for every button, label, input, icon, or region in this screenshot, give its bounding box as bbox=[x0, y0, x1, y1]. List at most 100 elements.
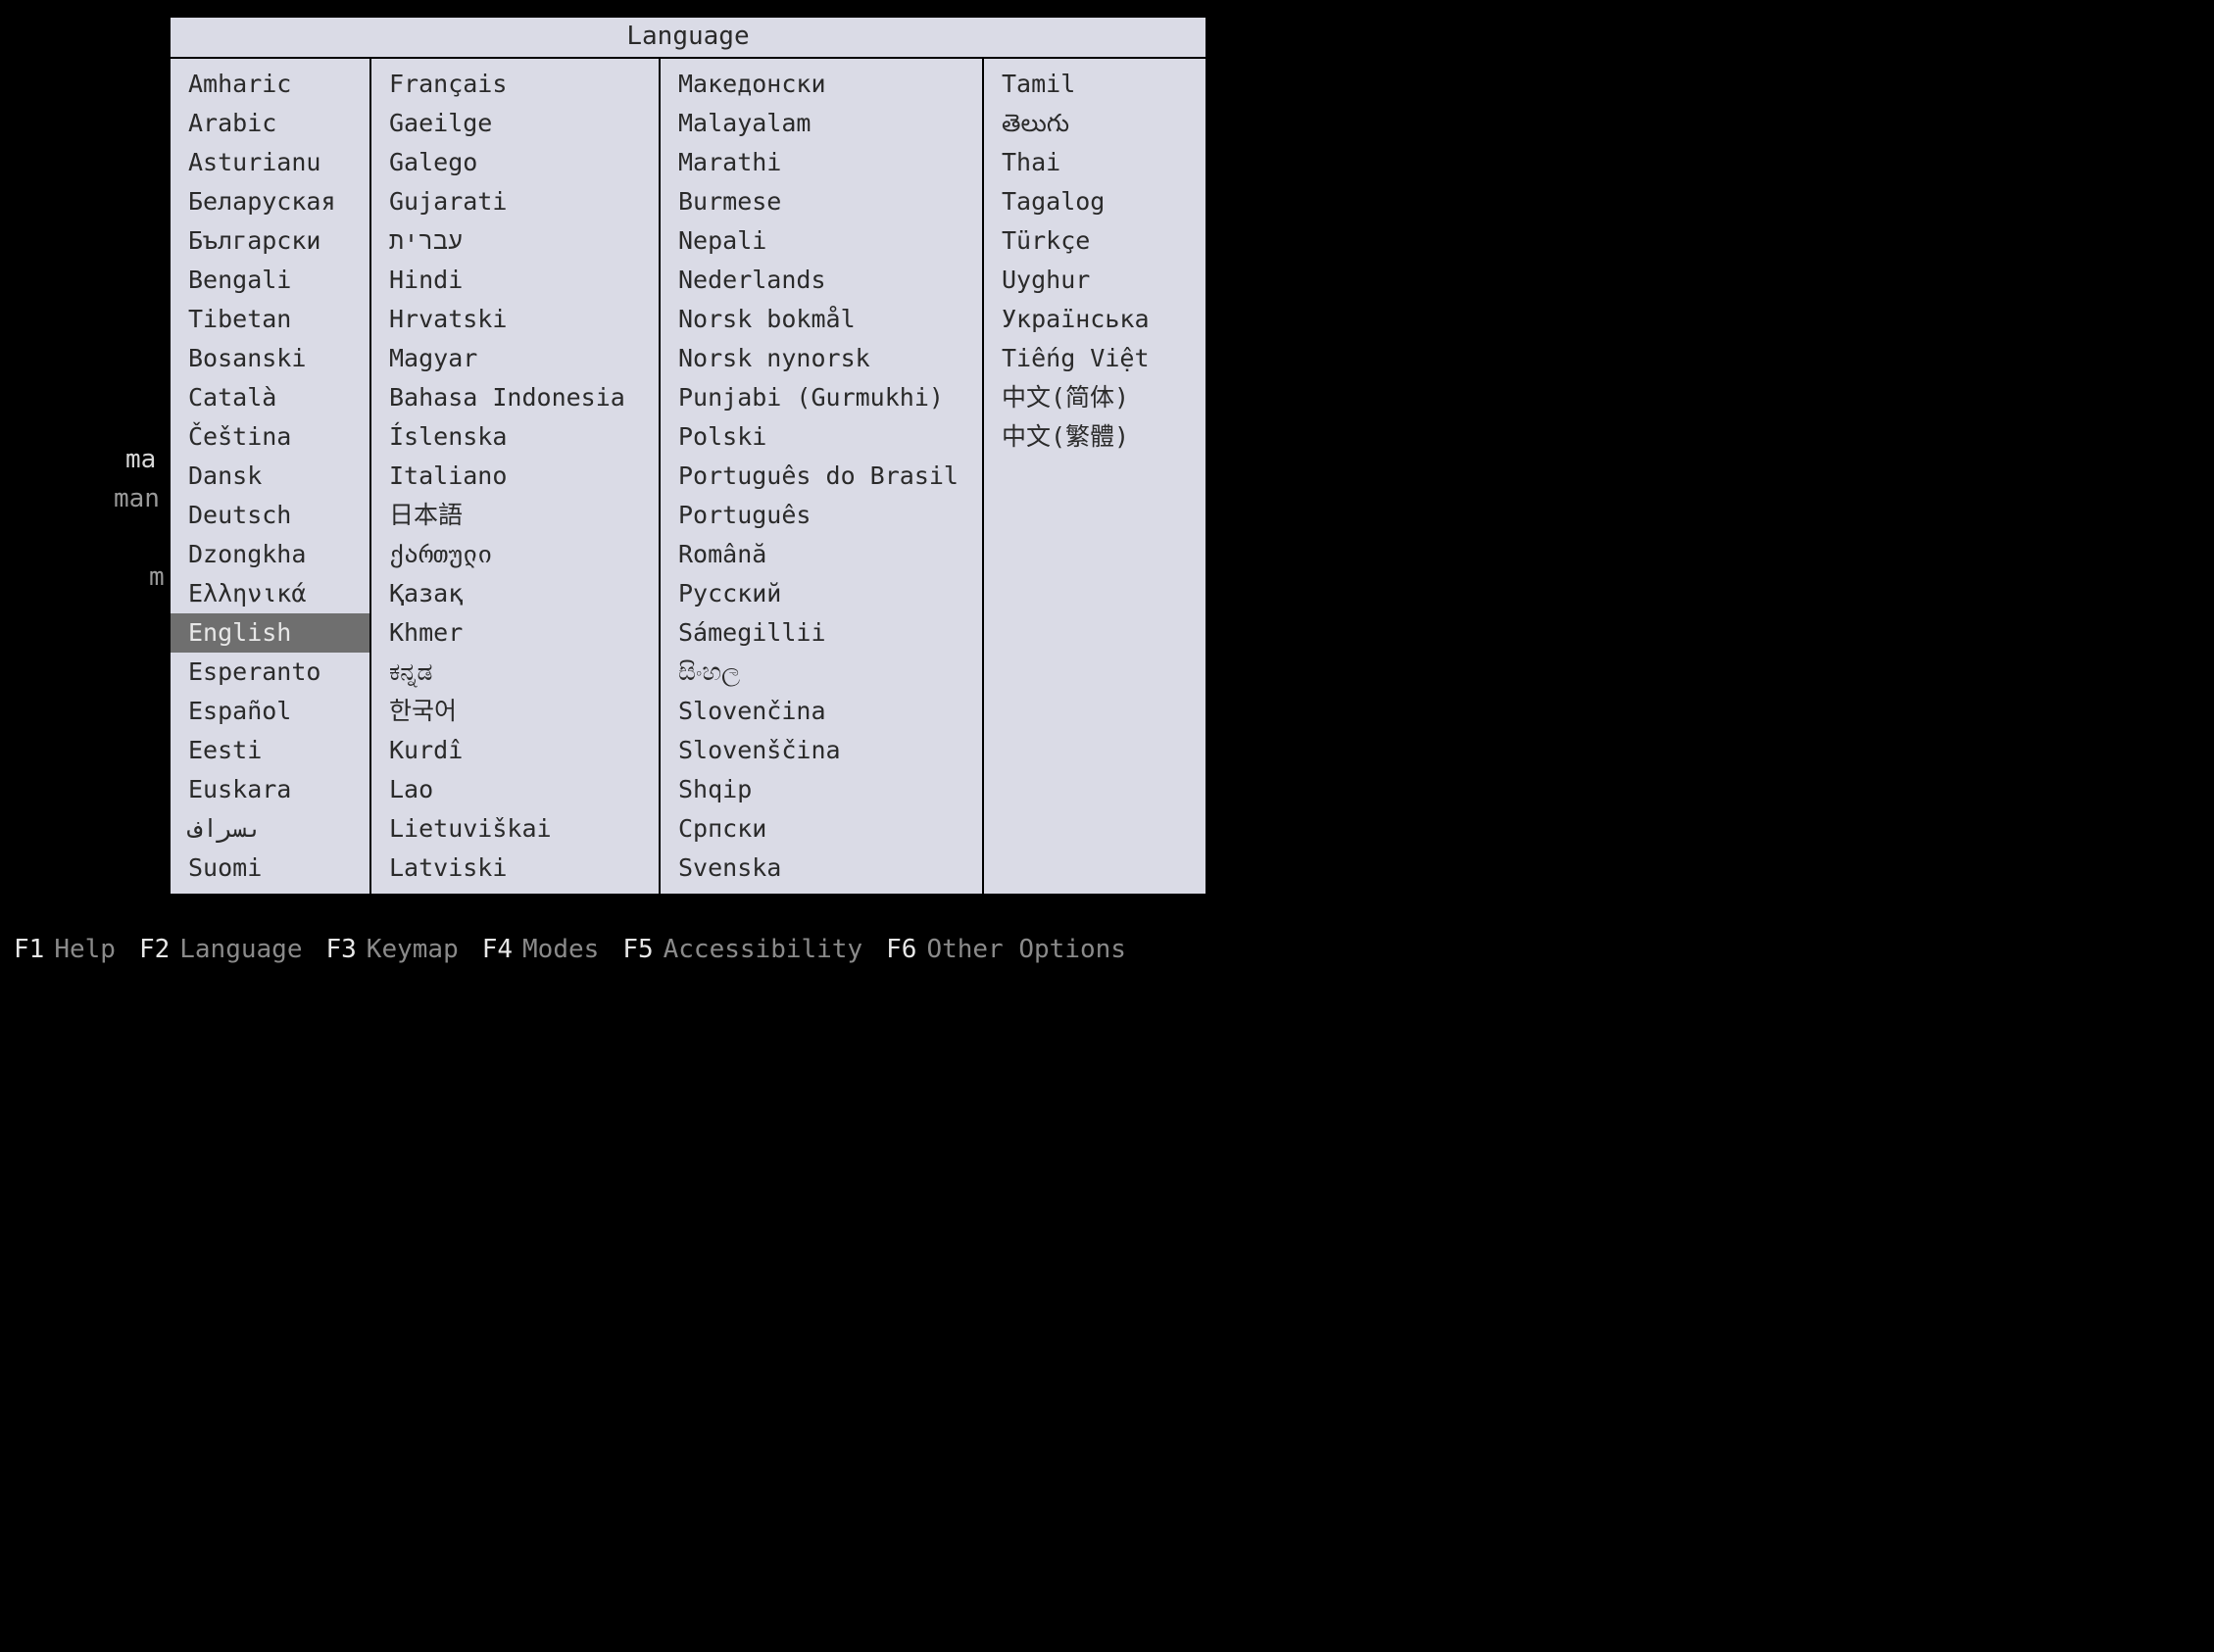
language-option[interactable]: עברית bbox=[371, 221, 659, 261]
language-option[interactable]: Français bbox=[371, 65, 659, 104]
language-option[interactable]: Thai bbox=[984, 143, 1205, 182]
language-option[interactable]: Tiếng Việt bbox=[984, 339, 1205, 378]
language-option[interactable]: Nederlands bbox=[661, 261, 982, 300]
language-column: FrançaisGaeilgeGalegoGujaratiעבריתHindiH… bbox=[371, 59, 661, 894]
language-option[interactable]: Asturianu bbox=[171, 143, 369, 182]
language-option[interactable]: Sámegillii bbox=[661, 613, 982, 653]
fkey-key: F3 bbox=[325, 935, 356, 964]
language-option[interactable]: Marathi bbox=[661, 143, 982, 182]
fkey-label: Modes bbox=[522, 935, 599, 964]
fkey-label: Other Options bbox=[926, 935, 1126, 964]
language-option[interactable]: Tibetan bbox=[171, 300, 369, 339]
language-option[interactable]: Uyghur bbox=[984, 261, 1205, 300]
language-option[interactable]: Galego bbox=[371, 143, 659, 182]
fkey-f2[interactable]: F2 Language bbox=[139, 935, 303, 964]
fkey-f3[interactable]: F3 Keymap bbox=[325, 935, 458, 964]
language-option[interactable]: Magyar bbox=[371, 339, 659, 378]
language-option[interactable]: Suomi bbox=[171, 849, 369, 888]
language-option[interactable]: Español bbox=[171, 692, 369, 731]
language-option[interactable]: සිංහල bbox=[661, 653, 982, 692]
language-option[interactable]: Slovenčina bbox=[661, 692, 982, 731]
language-option[interactable]: Punjabi (Gurmukhi) bbox=[661, 378, 982, 417]
language-option[interactable]: Tamil bbox=[984, 65, 1205, 104]
boot-screen: mamanmD STORAGEGB STORAGETORAGE STORAGET… bbox=[0, 0, 1307, 976]
language-option[interactable]: Македонски bbox=[661, 65, 982, 104]
language-option[interactable]: ಕನ್ನಡ bbox=[371, 653, 659, 692]
language-option[interactable]: Lietuviškai bbox=[371, 809, 659, 849]
background-text-fragment: ma bbox=[125, 445, 156, 474]
fkey-key: F1 bbox=[14, 935, 44, 964]
fkey-label: Keymap bbox=[367, 935, 459, 964]
language-option[interactable]: ىسراف bbox=[171, 809, 369, 849]
language-option[interactable]: 中文(简体) bbox=[984, 378, 1205, 417]
language-option[interactable]: Italiano bbox=[371, 457, 659, 496]
language-option[interactable]: Norsk nynorsk bbox=[661, 339, 982, 378]
fkey-key: F4 bbox=[482, 935, 513, 964]
language-option[interactable]: Català bbox=[171, 378, 369, 417]
language-column: МакедонскиMalayalamMarathiBurmeseNepaliN… bbox=[661, 59, 984, 894]
language-option[interactable]: Arabic bbox=[171, 104, 369, 143]
language-column: AmharicArabicAsturianuБеларускаяБългарск… bbox=[171, 59, 371, 894]
language-option[interactable]: Čeština bbox=[171, 417, 369, 457]
language-option[interactable]: Eesti bbox=[171, 731, 369, 770]
language-option[interactable]: Български bbox=[171, 221, 369, 261]
language-option[interactable]: Hrvatski bbox=[371, 300, 659, 339]
language-option[interactable]: Euskara bbox=[171, 770, 369, 809]
language-option[interactable]: Norsk bokmål bbox=[661, 300, 982, 339]
language-option[interactable]: Nepali bbox=[661, 221, 982, 261]
background-text-fragment: man bbox=[114, 484, 160, 513]
language-option[interactable]: Svenska bbox=[661, 849, 982, 888]
fkey-f6[interactable]: F6 Other Options bbox=[886, 935, 1126, 964]
fkey-f4[interactable]: F4 Modes bbox=[482, 935, 600, 964]
language-option[interactable]: Kurdî bbox=[371, 731, 659, 770]
fkey-f1[interactable]: F1Help bbox=[14, 935, 116, 964]
language-option[interactable]: తెలుగు bbox=[984, 104, 1205, 143]
language-option[interactable]: Português bbox=[661, 496, 982, 535]
language-option[interactable]: 日本語 bbox=[371, 496, 659, 535]
language-option[interactable]: Türkçe bbox=[984, 221, 1205, 261]
language-option[interactable]: Tagalog bbox=[984, 182, 1205, 221]
language-option[interactable]: Esperanto bbox=[171, 653, 369, 692]
language-option[interactable]: Shqip bbox=[661, 770, 982, 809]
language-option[interactable]: Amharic bbox=[171, 65, 369, 104]
language-option[interactable]: Íslenska bbox=[371, 417, 659, 457]
language-option[interactable]: Ελληνικά bbox=[171, 574, 369, 613]
language-option[interactable]: Gujarati bbox=[371, 182, 659, 221]
fkey-label: Accessibility bbox=[664, 935, 863, 964]
language-option[interactable]: 中文(繁體) bbox=[984, 417, 1205, 457]
language-option[interactable]: English bbox=[171, 613, 369, 653]
language-option[interactable]: Deutsch bbox=[171, 496, 369, 535]
language-option[interactable]: ქართული bbox=[371, 535, 659, 574]
language-option[interactable]: Burmese bbox=[661, 182, 982, 221]
dialog-title: Language bbox=[171, 18, 1205, 59]
language-option[interactable]: Latviski bbox=[371, 849, 659, 888]
language-option[interactable]: Português do Brasil bbox=[661, 457, 982, 496]
function-key-bar: F1Help F2 Language F3 Keymap F4 Modes F5Accessi… bbox=[14, 935, 1126, 964]
language-option[interactable]: Dansk bbox=[171, 457, 369, 496]
language-column: TamilతెలుగుThaiTagalogTürkçeUyghurУкраїн… bbox=[984, 59, 1205, 894]
language-option[interactable]: Беларуская bbox=[171, 182, 369, 221]
language-option[interactable]: Қазақ bbox=[371, 574, 659, 613]
language-option[interactable]: Khmer bbox=[371, 613, 659, 653]
language-option[interactable]: Română bbox=[661, 535, 982, 574]
language-option[interactable]: Српски bbox=[661, 809, 982, 849]
language-option[interactable]: Русский bbox=[661, 574, 982, 613]
language-option[interactable]: Malayalam bbox=[661, 104, 982, 143]
language-option[interactable]: Dzongkha bbox=[171, 535, 369, 574]
fkey-key: F2 bbox=[139, 935, 170, 964]
language-option[interactable]: Українська bbox=[984, 300, 1205, 339]
fkey-key: F6 bbox=[886, 935, 916, 964]
language-option[interactable]: Slovenščina bbox=[661, 731, 982, 770]
language-option[interactable]: 한국어 bbox=[371, 692, 659, 731]
language-option[interactable]: Bengali bbox=[171, 261, 369, 300]
language-option[interactable]: Bahasa Indonesia bbox=[371, 378, 659, 417]
language-option[interactable]: Hindi bbox=[371, 261, 659, 300]
language-option[interactable]: Polski bbox=[661, 417, 982, 457]
fkey-f5[interactable]: F5Accessibility bbox=[622, 935, 862, 964]
language-option[interactable]: Bosanski bbox=[171, 339, 369, 378]
language-option[interactable]: Lao bbox=[371, 770, 659, 809]
background-text-fragment: m bbox=[149, 562, 165, 592]
fkey-label: Language bbox=[179, 935, 302, 964]
language-option[interactable]: Gaeilge bbox=[371, 104, 659, 143]
language-columns: AmharicArabicAsturianuБеларускаяБългарск… bbox=[171, 59, 1205, 894]
